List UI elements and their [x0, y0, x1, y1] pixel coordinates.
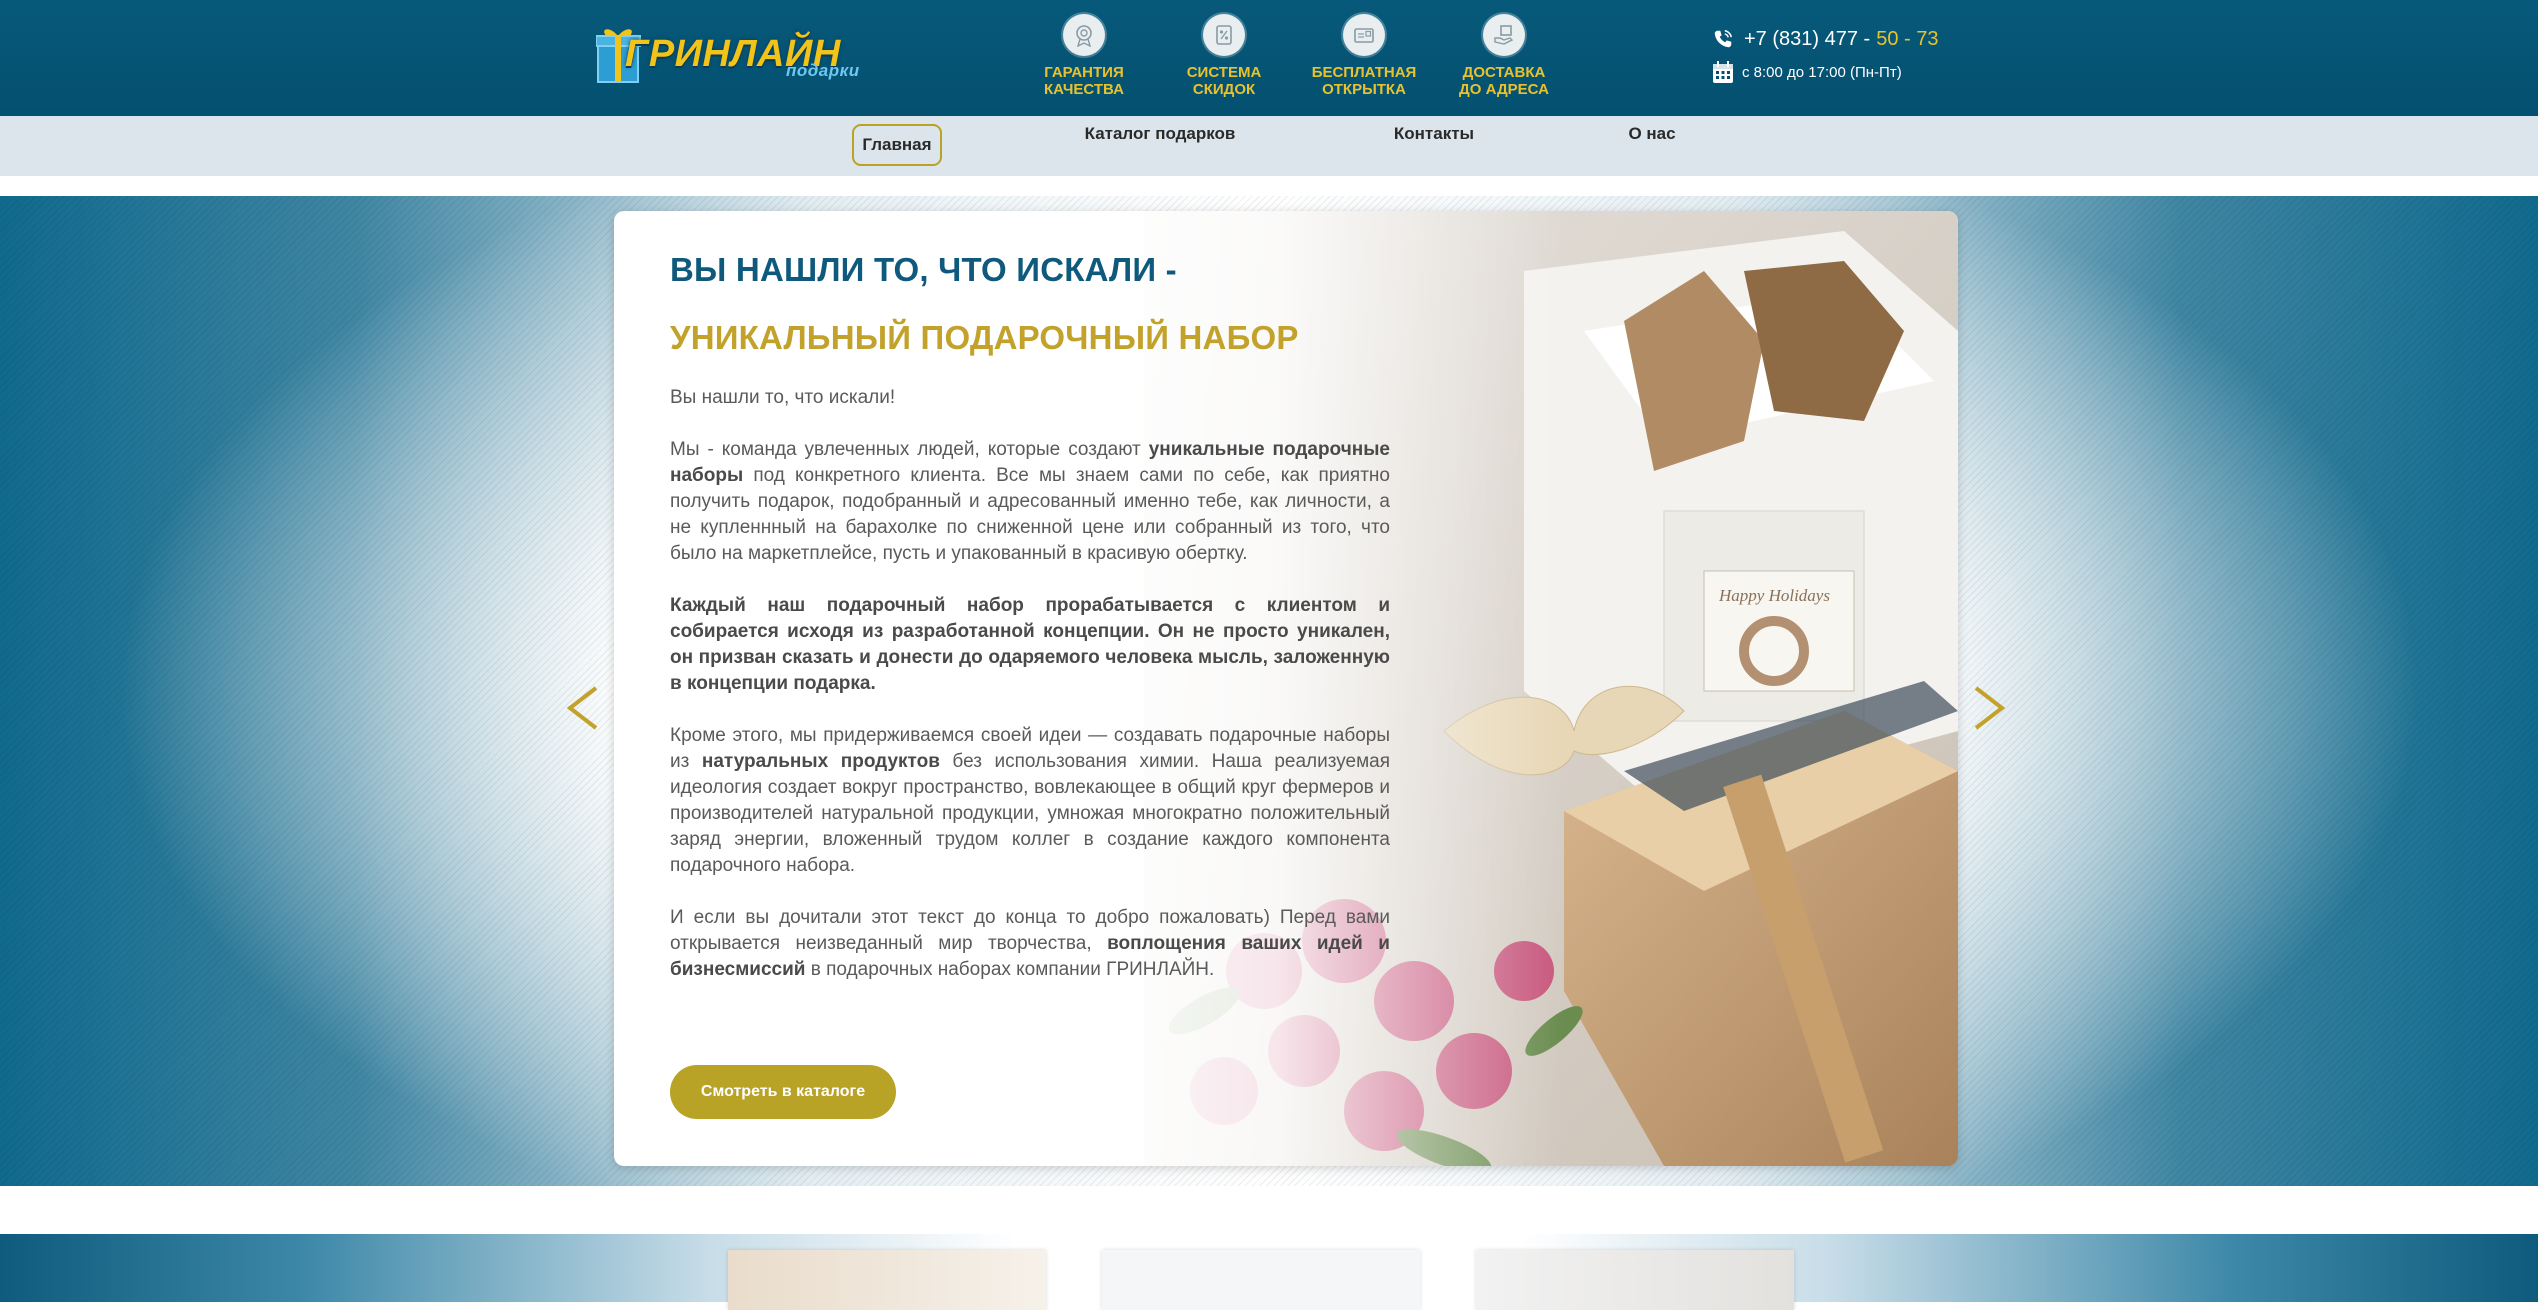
hero-card: Happy Holidays ВЫ НАШЛИ ТО, ЧТО ИСКАЛИ -… [614, 211, 1958, 1166]
feature-delivery[interactable]: ДОСТАВКА ДО АДРЕСА [1434, 14, 1574, 98]
postcard-icon [1343, 14, 1385, 56]
hero-title: ВЫ НАШЛИ ТО, ЧТО ИСКАЛИ - [670, 251, 1177, 288]
catalog-thumb[interactable] [1102, 1250, 1420, 1310]
site-header: ГРИНЛАЙН подарки ГАРАНТИЯ КАЧЕСТВА СИСТЕ… [0, 0, 2538, 116]
view-catalog-button[interactable]: Смотреть в каталоге [670, 1065, 896, 1119]
catalog-thumb[interactable] [1476, 1250, 1794, 1310]
hero-section: Happy Holidays ВЫ НАШЛИ ТО, ЧТО ИСКАЛИ -… [0, 196, 2538, 1186]
feature-quality[interactable]: ГАРАНТИЯ КАЧЕСТВА [1014, 14, 1154, 98]
calendar-icon [1713, 61, 1733, 83]
discount-percent-icon [1203, 14, 1245, 56]
hours-block: с 8:00 до 17:00 (Пн-Пт) [1712, 60, 1902, 84]
hero-paragraph-4: И если вы дочитали этот текст до конца т… [670, 905, 1390, 983]
chevron-left-icon[interactable] [562, 680, 602, 736]
paragraph-text: под конкретного клиента. Все мы знаем са… [670, 465, 1390, 564]
catalog-preview-strip [0, 1234, 2538, 1310]
feature-label: ДОСТАВКА ДО АДРЕСА [1459, 64, 1549, 98]
nav-item-catalog[interactable]: Каталог подарков [1060, 124, 1260, 166]
hero-paragraph-3: Кроме этого, мы придерживаемся своей иде… [670, 723, 1390, 879]
nav-item-about[interactable]: О нас [1610, 124, 1694, 166]
feature-label: СИСТЕМА СКИДОК [1186, 64, 1262, 98]
phone-block[interactable]: +7 (831) 477 - 50 - 73 [1712, 25, 1938, 53]
hero-text: ВЫ НАШЛИ ТО, ЧТО ИСКАЛИ - УНИКАЛЬНЫЙ ПОД… [670, 251, 1390, 983]
hero-paragraph-2: Каждый наш подарочный набор прорабатывае… [670, 595, 1390, 694]
phone-number-accent[interactable]: 50 - 73 [1876, 28, 1938, 51]
nav-item-contacts[interactable]: Контакты [1370, 124, 1498, 166]
working-hours: с 8:00 до 17:00 (Пн-Пт) [1742, 63, 1902, 81]
nav-item-home[interactable]: Главная [852, 124, 942, 166]
logo-tagline: подарки [786, 61, 860, 80]
phone-number[interactable]: +7 (831) 477 - [1744, 28, 1870, 51]
feature-discounts[interactable]: СИСТЕМА СКИДОК [1154, 14, 1294, 98]
quality-badge-icon [1063, 14, 1105, 56]
feature-label: ГАРАНТИЯ КАЧЕСТВА [1044, 64, 1124, 98]
catalog-thumb[interactable] [728, 1250, 1046, 1310]
delivery-hand-icon [1483, 14, 1525, 56]
paragraph-text: в подарочных наборах компании ГРИНЛАЙН. [805, 959, 1215, 980]
card-greeting: Happy Holidays [1718, 586, 1830, 605]
hero-intro: Вы нашли то, что искали! [670, 387, 896, 408]
paragraph-bold: натуральных продуктов [701, 751, 940, 772]
feature-postcard[interactable]: БЕСПЛАТНАЯ ОТКРЫТКА [1294, 14, 1434, 98]
main-nav: Главная Каталог подарков Контакты О нас [0, 116, 2538, 176]
phone-icon [1714, 30, 1732, 48]
chevron-right-icon[interactable] [1970, 680, 2010, 736]
feature-label: БЕСПЛАТНАЯ ОТКРЫТКА [1311, 64, 1417, 98]
hero-subtitle: УНИКАЛЬНЫЙ ПОДАРОЧНЫЙ НАБОР [670, 319, 1299, 356]
paragraph-text: Мы - команда увлеченных людей, которые с… [670, 439, 1149, 460]
hero-paragraph-1: Мы - команда увлеченных людей, которые с… [670, 437, 1390, 567]
